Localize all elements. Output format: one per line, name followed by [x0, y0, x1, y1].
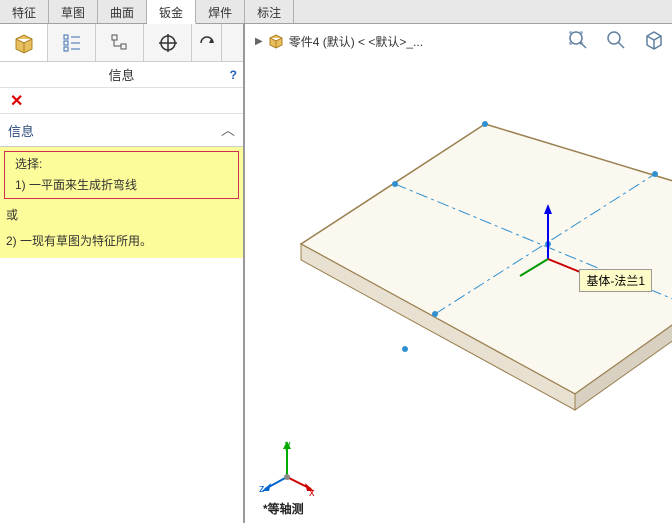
panel-title-row: 信息 ? [0, 62, 243, 88]
hover-tooltip: 基体-法兰1 [579, 269, 652, 292]
option-2: 2) 一现有草图为特征所用。 [0, 231, 243, 252]
axis-z-label: z [259, 483, 265, 495]
axis-y-label: y [285, 439, 291, 451]
option-1: 1) 一平面来生成折弯线 [9, 175, 234, 196]
tree-icon [109, 32, 131, 54]
close-row: ✕ [0, 88, 243, 114]
panel-title: 信息 [108, 65, 134, 84]
help-icon[interactable]: ? [230, 68, 237, 82]
triangle-icon: ▶ [255, 36, 263, 47]
property-panel: 信息 ? ✕ 信息 ︿ 选择: 1) 一平面来生成折弯线 或 2) 一现有草图为… [0, 24, 245, 523]
panel-tab-list[interactable] [48, 24, 96, 61]
cube-icon [12, 31, 36, 55]
panel-tab-feature[interactable] [0, 24, 48, 61]
close-icon[interactable]: ✕ [10, 91, 23, 111]
tab-sheetmetal[interactable]: 钣金 [147, 0, 196, 24]
or-label: 或 [0, 205, 243, 226]
view-cube-icon[interactable] [642, 28, 666, 52]
panel-tab-more[interactable] [192, 24, 222, 61]
tab-surface[interactable]: 曲面 [98, 0, 147, 23]
arrow-icon [198, 34, 216, 52]
zoom-fit-icon[interactable] [566, 28, 590, 52]
section-header[interactable]: 信息 ︿ [0, 114, 243, 146]
panel-tab-bar [0, 24, 243, 62]
tab-feature[interactable]: 特征 [0, 0, 49, 23]
viewport-area: ▶ 零件4 (默认) < <默认>_... 基体-法兰1 [245, 24, 672, 523]
tab-sketch[interactable]: 草图 [49, 0, 98, 23]
view-orientation-label: *等轴测 [263, 500, 304, 517]
panel-tab-target[interactable] [144, 24, 192, 61]
tab-weldment[interactable]: 焊件 [196, 0, 245, 23]
section-label: 信息 [8, 121, 34, 140]
highlight-box: 选择: 1) 一平面来生成折弯线 [4, 151, 239, 199]
part-name: 零件4 (默认) < <默认>_... [289, 33, 423, 50]
main-area: 信息 ? ✕ 信息 ︿ 选择: 1) 一平面来生成折弯线 或 2) 一现有草图为… [0, 24, 672, 523]
view-toolbar [566, 28, 666, 52]
info-box: 选择: 1) 一平面来生成折弯线 或 2) 一现有草图为特征所用。 [0, 146, 243, 258]
breadcrumb[interactable]: ▶ 零件4 (默认) < <默认>_... [255, 32, 423, 50]
chevron-up-icon: ︿ [221, 120, 235, 140]
tab-annotation[interactable]: 标注 [245, 0, 294, 23]
main-tabs: 特征 草图 曲面 钣金 焊件 标注 [0, 0, 672, 24]
zoom-area-icon[interactable] [604, 28, 628, 52]
axis-x-label: x [309, 487, 315, 499]
part-icon [267, 32, 285, 50]
select-label: 选择: [9, 154, 234, 175]
list-icon [61, 32, 83, 54]
crosshair-icon [157, 32, 179, 54]
panel-tab-tree[interactable] [96, 24, 144, 61]
